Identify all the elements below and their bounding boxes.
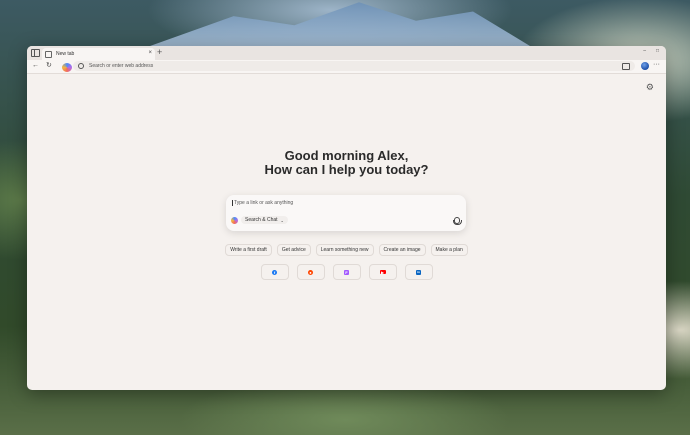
tab-title: New tab — [56, 51, 75, 57]
address-input[interactable] — [89, 63, 589, 69]
new-tab-button[interactable]: + — [157, 47, 162, 58]
suggestion-chip[interactable]: Make a plan — [430, 244, 468, 256]
search-icon — [78, 63, 84, 69]
assistant-logo-icon — [231, 216, 238, 224]
youtube-icon: ▶ — [379, 269, 386, 275]
mode-label: Search & Chat — [245, 217, 278, 223]
minimize-button[interactable]: – — [643, 48, 646, 54]
menu-button[interactable]: ··· — [653, 61, 660, 68]
reload-button[interactable]: ↻ — [46, 62, 52, 70]
tab-favicon-icon — [45, 50, 52, 58]
linkedin-icon: in — [416, 269, 421, 275]
greeting-line-1: Good morning Alex, — [284, 148, 409, 163]
shortcut-tiles: f ● F ▶ in — [27, 264, 666, 280]
suggestion-chips: Write a first draft Get advice Learn som… — [27, 244, 666, 256]
mode-picker: Search & Chat ⌄ — [231, 216, 288, 224]
profile-avatar[interactable] — [641, 62, 649, 70]
new-tab-page: ⚙ Good morning Alex, How can I help you … — [27, 74, 666, 390]
microphone-icon[interactable] — [453, 217, 462, 225]
browser-window: New tab × + – □ ← ↻ ··· ⚙ Good morning A… — [27, 46, 666, 390]
wallpaper-mountain — [150, 2, 530, 46]
tab-close-icon[interactable]: × — [148, 50, 152, 56]
facebook-icon: f — [272, 269, 277, 275]
tab-new-tab[interactable]: New tab × — [42, 48, 155, 60]
suggestion-chip[interactable]: Write a first draft — [225, 244, 272, 256]
settings-gear-icon[interactable]: ⚙ — [646, 82, 654, 93]
shortcut-figma[interactable]: F — [332, 264, 361, 280]
greeting: Good morning Alex, How can I help you to… — [27, 149, 666, 177]
prompt-input[interactable] — [232, 200, 454, 206]
assistant-logo-icon[interactable] — [61, 62, 73, 73]
suggestion-chip[interactable]: Learn something new — [315, 244, 374, 256]
tab-bar: New tab × + – □ — [27, 46, 666, 60]
figma-icon: F — [344, 269, 349, 275]
extensions-icon[interactable] — [622, 63, 630, 70]
greeting-line-2: How can I help you today? — [264, 162, 429, 177]
shortcut-linkedin[interactable]: in — [404, 264, 433, 280]
suggestion-chip[interactable]: Get advice — [276, 244, 311, 256]
back-button[interactable]: ← — [32, 62, 39, 70]
maximize-button[interactable]: □ — [656, 48, 659, 54]
mode-dropdown[interactable]: Search & Chat ⌄ — [241, 216, 288, 224]
shortcut-facebook[interactable]: f — [260, 264, 289, 280]
shortcut-youtube[interactable]: ▶ — [368, 264, 397, 280]
toolbar: ← ↻ ··· — [27, 60, 666, 74]
prompt-box: Search & Chat ⌄ — [226, 195, 466, 231]
chevron-down-icon: ⌄ — [280, 217, 284, 223]
shortcut-reddit[interactable]: ● — [296, 264, 325, 280]
sidebar-toggle-icon[interactable] — [31, 49, 40, 57]
reddit-icon: ● — [308, 269, 313, 275]
suggestion-chip[interactable]: Create an image — [378, 244, 426, 256]
address-bar[interactable] — [73, 61, 635, 71]
